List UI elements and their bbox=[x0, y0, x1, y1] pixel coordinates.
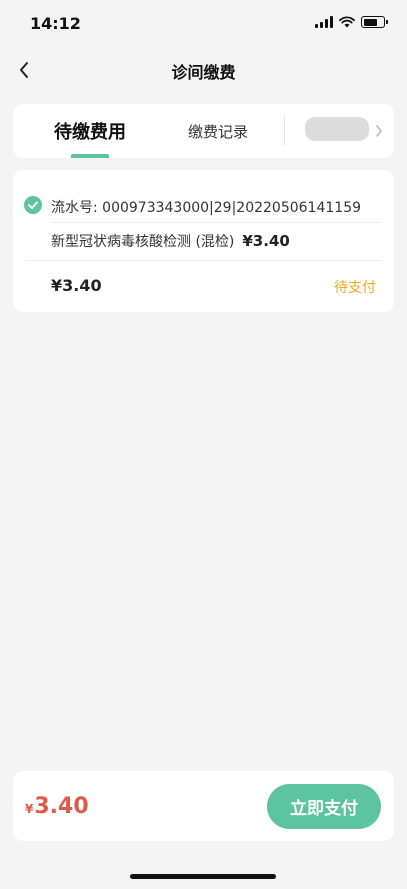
page-title: 诊间缴费 bbox=[171, 63, 236, 82]
status-badge: 待支付 bbox=[334, 280, 376, 296]
signal-icon bbox=[315, 16, 333, 28]
tabs-card: 待缴费用 缴费记录 bbox=[13, 104, 394, 158]
tab-pending-fees[interactable]: 待缴费用 bbox=[27, 104, 153, 158]
serial-number: 流水号: 000973343000|29|20220506141159 bbox=[51, 200, 362, 216]
status-time: 14:12 bbox=[30, 14, 81, 33]
check-circle-icon[interactable] bbox=[24, 196, 42, 214]
wifi-icon bbox=[339, 16, 355, 28]
battery-icon bbox=[361, 16, 388, 28]
tab-divider bbox=[284, 116, 285, 146]
item-name: 新型冠状病毒核酸检测 (混检) bbox=[51, 234, 235, 250]
divider bbox=[51, 222, 381, 223]
pay-value: 3.40 bbox=[34, 794, 89, 819]
pay-currency: ¥ bbox=[25, 802, 34, 816]
bill-item: 新型冠状病毒核酸检测 (混检) ¥3.40 bbox=[51, 231, 290, 251]
pay-bar: ¥ 3.40 立即支付 bbox=[13, 771, 394, 841]
status-icons bbox=[315, 16, 388, 28]
item-price: ¥3.40 bbox=[242, 232, 290, 250]
chevron-right-icon[interactable] bbox=[374, 123, 384, 139]
pay-amount: ¥ 3.40 bbox=[25, 794, 89, 819]
bill-card: 流水号: 000973343000|29|20220506141159 新型冠状… bbox=[13, 170, 394, 312]
tab-payment-records[interactable]: 缴费记录 bbox=[163, 104, 273, 158]
tab-label: 待缴费用 bbox=[54, 122, 126, 143]
tab-label: 缴费记录 bbox=[187, 122, 248, 141]
pay-now-button[interactable]: 立即支付 bbox=[267, 784, 381, 829]
nav-bar: 诊间缴费 bbox=[0, 48, 407, 92]
tab-blurred-placeholder[interactable] bbox=[305, 117, 369, 141]
bill-total: ¥3.40 bbox=[51, 276, 102, 295]
home-indicator bbox=[130, 874, 276, 879]
divider bbox=[26, 260, 381, 261]
status-bar: 14:12 bbox=[0, 0, 407, 48]
tab-active-indicator bbox=[71, 154, 109, 158]
